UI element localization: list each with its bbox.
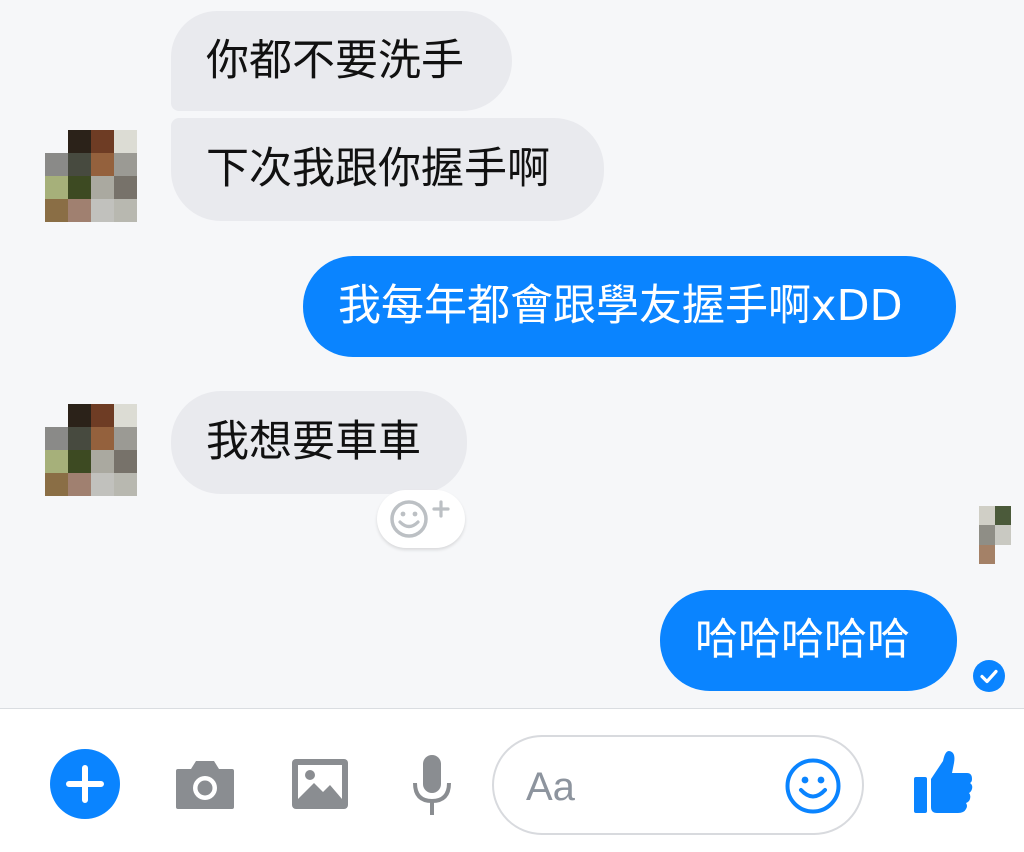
add-reaction-button[interactable] xyxy=(377,490,465,548)
message-text: 哈哈哈哈哈 xyxy=(695,615,910,665)
message-composer: Aa xyxy=(0,708,1024,852)
message-text: 我每年都會跟學友握手啊xDD xyxy=(338,281,903,331)
conversation-thread: 你都不要洗手 下次我跟你握手啊 我每年都會跟學友握手啊xDD 我想要車車 哈哈哈… xyxy=(0,0,1024,708)
incoming-message[interactable]: 下次我跟你握手啊 xyxy=(171,118,604,221)
contact-avatar[interactable] xyxy=(45,130,137,222)
image-icon[interactable] xyxy=(290,753,350,813)
message-text: 你都不要洗手 xyxy=(206,35,464,86)
message-text: 我想要車車 xyxy=(206,417,421,467)
checkmark-icon xyxy=(973,660,1005,692)
message-input-placeholder: Aa xyxy=(526,765,575,809)
microphone-icon[interactable] xyxy=(410,753,454,819)
thumbs-up-icon[interactable] xyxy=(912,747,974,815)
message-input[interactable]: Aa xyxy=(492,735,864,835)
contact-avatar[interactable] xyxy=(45,404,137,496)
message-text: 下次我跟你握手啊 xyxy=(206,144,550,194)
incoming-message[interactable]: 我想要車車 xyxy=(171,391,467,494)
outgoing-message[interactable]: 哈哈哈哈哈 xyxy=(660,590,957,691)
camera-icon[interactable] xyxy=(174,753,236,815)
outgoing-message[interactable]: 我每年都會跟學友握手啊xDD xyxy=(303,256,956,357)
incoming-message[interactable]: 你都不要洗手 xyxy=(171,11,512,111)
emoji-icon[interactable] xyxy=(784,757,842,815)
plus-icon[interactable] xyxy=(50,749,120,819)
seen-by-avatar xyxy=(979,506,1011,564)
add-reaction-icon xyxy=(390,500,450,538)
